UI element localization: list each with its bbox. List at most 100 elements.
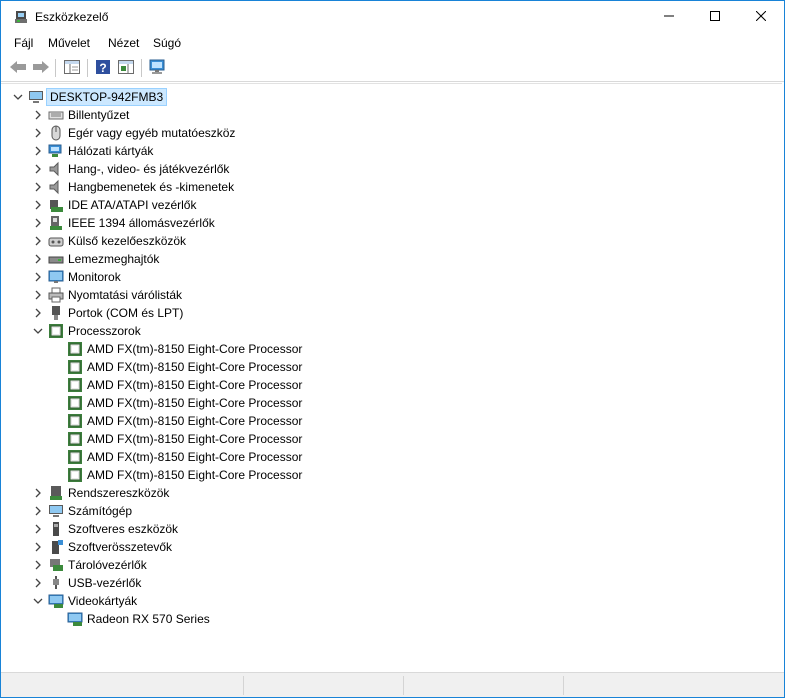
chevron-right-icon[interactable] (31, 126, 45, 140)
chevron-right-icon[interactable] (31, 234, 45, 248)
status-bar-divider (243, 676, 244, 695)
chevron-down-icon[interactable] (11, 90, 25, 104)
computer-icon (48, 503, 64, 519)
properties-view-button[interactable] (115, 58, 137, 78)
menu-view[interactable]: Nézet (108, 36, 139, 50)
menu-action[interactable]: Művelet (48, 36, 90, 50)
speaker-icon (48, 179, 64, 195)
toolbar-separator (55, 59, 56, 77)
tree-category-label: Lemezmeghajtók (68, 252, 160, 266)
tree-category[interactable]: Billentyűzet (31, 106, 129, 124)
arrow-left-icon (9, 60, 27, 77)
processor-icon (67, 449, 83, 465)
ide-controller-icon (48, 197, 64, 213)
chevron-right-icon[interactable] (31, 270, 45, 284)
tree-device[interactable]: AMD FX(tm)-8150 Eight-Core Processor (67, 412, 302, 430)
tree-category-label: IDE ATA/ATAPI vezérlők (68, 198, 197, 212)
maximize-button[interactable] (692, 1, 738, 33)
tree-device[interactable]: AMD FX(tm)-8150 Eight-Core Processor (67, 394, 302, 412)
network-icon (48, 143, 64, 159)
processor-icon (67, 341, 83, 357)
device-tree[interactable]: DESKTOP-942FMB3 Billentyűzet Egér vagy eg… (1, 83, 782, 672)
tree-device[interactable]: Radeon RX 570 Series (67, 610, 210, 628)
close-button[interactable] (738, 1, 784, 33)
chevron-right-icon[interactable] (31, 486, 45, 500)
chevron-right-icon[interactable] (31, 198, 45, 212)
chevron-right-icon[interactable] (31, 216, 45, 230)
tree-category[interactable]: Portok (COM és LPT) (31, 304, 183, 322)
title-bar[interactable]: Eszközkezelő (1, 1, 784, 33)
forward-button[interactable] (30, 58, 52, 78)
tree-device-label: AMD FX(tm)-8150 Eight-Core Processor (87, 414, 303, 428)
tree-device[interactable]: AMD FX(tm)-8150 Eight-Core Processor (67, 340, 302, 358)
tree-category[interactable]: IEEE 1394 állomásvezérlők (31, 214, 215, 232)
tree-device[interactable]: AMD FX(tm)-8150 Eight-Core Processor (67, 448, 302, 466)
processor-icon (67, 395, 83, 411)
back-button[interactable] (7, 58, 29, 78)
chevron-right-icon[interactable] (31, 576, 45, 590)
tree-category[interactable]: IDE ATA/ATAPI vezérlők (31, 196, 196, 214)
chevron-right-icon[interactable] (31, 252, 45, 266)
chevron-right-icon[interactable] (31, 180, 45, 194)
processor-icon (67, 431, 83, 447)
chevron-right-icon[interactable] (31, 306, 45, 320)
firewire-icon (48, 215, 64, 231)
tree-category[interactable]: Hang-, video- és játékvezérlők (31, 160, 229, 178)
tree-device[interactable]: AMD FX(tm)-8150 Eight-Core Processor (67, 358, 302, 376)
tree-category[interactable]: Szoftveres eszközök (31, 520, 178, 538)
tree-category[interactable]: Hangbemenetek és -kimenetek (31, 178, 234, 196)
chevron-right-icon[interactable] (31, 558, 45, 572)
tree-category[interactable]: Szoftverösszetevők (31, 538, 172, 556)
chevron-right-icon[interactable] (31, 162, 45, 176)
chevron-right-icon[interactable] (31, 108, 45, 122)
display-adapter-icon (67, 611, 83, 627)
tree-device[interactable]: AMD FX(tm)-8150 Eight-Core Processor (67, 376, 302, 394)
chevron-right-icon[interactable] (31, 288, 45, 302)
tree-category-label: IEEE 1394 állomásvezérlők (68, 216, 215, 230)
software-device-icon (48, 521, 64, 537)
chevron-right-icon[interactable] (31, 144, 45, 158)
help-button[interactable]: ? (92, 58, 114, 78)
chevron-down-icon[interactable] (31, 324, 45, 338)
chevron-down-icon[interactable] (31, 594, 45, 608)
tree-category-label: Szoftverösszetevők (68, 540, 173, 554)
svg-text:?: ? (99, 61, 106, 75)
tree-category[interactable]: Processzorok (31, 322, 141, 340)
tree-device[interactable]: AMD FX(tm)-8150 Eight-Core Processor (67, 466, 302, 484)
tree-category-label: Billentyűzet (68, 108, 130, 122)
chevron-right-icon[interactable] (31, 540, 45, 554)
menu-file[interactable]: Fájl (14, 36, 33, 50)
tree-category[interactable]: Rendszereszközök (31, 484, 169, 502)
tree-category[interactable]: Nyomtatási várólisták (31, 286, 182, 304)
tree-root-label: DESKTOP-942FMB3 (46, 88, 168, 106)
tree-category[interactable]: Videokártyák (31, 592, 137, 610)
processor-icon (67, 413, 83, 429)
tree-category[interactable]: Egér vagy egyéb mutatóeszköz (31, 124, 235, 142)
tree-device-label: AMD FX(tm)-8150 Eight-Core Processor (87, 342, 303, 356)
disk-drive-icon (48, 251, 64, 267)
processor-icon (48, 323, 64, 339)
menu-help[interactable]: Súgó (153, 36, 181, 50)
tree-category-label: Hangbemenetek és -kimenetek (68, 180, 235, 194)
tree-category[interactable]: Hálózati kártyák (31, 142, 153, 160)
arrow-right-icon (32, 60, 50, 77)
tree-category-label: Portok (COM és LPT) (68, 306, 184, 320)
tree-device[interactable]: AMD FX(tm)-8150 Eight-Core Processor (67, 430, 302, 448)
tree-root-computer[interactable]: DESKTOP-942FMB3 (11, 88, 168, 106)
tree-category[interactable]: Számítógép (31, 502, 132, 520)
tree-category[interactable]: Monitorok (31, 268, 121, 286)
scan-hardware-button[interactable] (146, 58, 168, 78)
tree-category-label: Egér vagy egyéb mutatóeszköz (68, 126, 236, 140)
chevron-right-icon[interactable] (31, 504, 45, 518)
software-component-icon (48, 539, 64, 555)
tree-category-label: Külső kezelőeszközök (68, 234, 187, 248)
chevron-right-icon[interactable] (31, 522, 45, 536)
tree-category[interactable]: Lemezmeghajtók (31, 250, 159, 268)
tree-category[interactable]: Tárolóvezérlők (31, 556, 147, 574)
tree-category-label: Tárolóvezérlők (68, 558, 147, 572)
monitor-icon (48, 269, 64, 285)
show-hide-console-tree-button[interactable] (61, 58, 83, 78)
minimize-button[interactable] (646, 1, 692, 33)
tree-category[interactable]: Külső kezelőeszközök (31, 232, 186, 250)
tree-category[interactable]: USB-vezérlők (31, 574, 141, 592)
